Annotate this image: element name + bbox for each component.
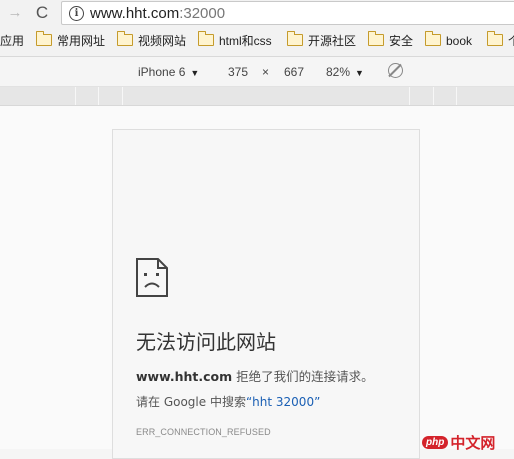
folder-icon [36, 31, 52, 46]
error-host: www.hht.com [136, 369, 233, 384]
folder-icon [287, 31, 303, 46]
forward-arrow-icon[interactable]: → [6, 4, 24, 22]
zoom-select[interactable]: 82% ▼ [326, 65, 364, 79]
error-message: www.hht.com 拒绝了我们的连接请求。 [136, 366, 374, 385]
caret-down-icon: ▼ [355, 68, 364, 78]
url-host: www.hht.com [90, 5, 180, 22]
times-separator: × [262, 65, 270, 79]
device-frame: 无法访问此网站 www.hht.com 拒绝了我们的连接请求。 请在 Googl… [112, 129, 420, 459]
address-input[interactable]: i www.hht.com:32000 [61, 1, 514, 25]
bookmark-label: 安全 [389, 34, 414, 48]
rotate-icon[interactable] [388, 63, 403, 78]
address-bar-row: → C i www.hht.com:32000 [0, 0, 514, 28]
google-search-link[interactable]: “hht 32000” [246, 395, 320, 409]
folder-icon [487, 31, 503, 46]
bookmark-label: 开源社区 [308, 34, 357, 48]
bookmark-apps[interactable]: 应用 [0, 28, 24, 55]
bookmark-label: 应用 [0, 34, 25, 48]
ruler-tick [456, 87, 457, 105]
error-code: ERR_CONNECTION_REFUSED [136, 427, 271, 437]
folder-icon [198, 31, 214, 46]
url-port: :32000 [179, 5, 226, 22]
height-input[interactable]: 667 [284, 65, 304, 79]
bookmark-label: html和css [219, 34, 272, 48]
bookmark-label: 常用网址 [57, 34, 106, 48]
device-toolbar: iPhone 6 ▼ 375 × 667 82% ▼ [0, 57, 514, 87]
sad-document-icon [136, 258, 168, 297]
bookmark-folder[interactable]: 视频网站 [117, 28, 186, 55]
bookmark-folder[interactable]: 开源社区 [287, 28, 356, 55]
search-suggestion: 请在 Google 中搜索“hht 32000” [136, 393, 320, 410]
folder-icon [425, 31, 441, 46]
php-logo-badge: php [422, 436, 449, 449]
bookmark-folder[interactable]: html和css [198, 28, 272, 55]
ruler-tick [409, 87, 410, 105]
error-title: 无法访问此网站 [136, 330, 276, 354]
bookmark-label: book [446, 34, 473, 48]
folder-icon [368, 31, 384, 46]
device-select[interactable]: iPhone 6 ▼ [138, 65, 199, 79]
error-message-text: 拒绝了我们的连接请求。 [232, 369, 374, 384]
search-prefix: 请在 Google 中搜索 [136, 395, 246, 409]
bookmark-folder[interactable]: 安全 [368, 28, 413, 55]
media-query-ruler[interactable] [0, 87, 514, 106]
reload-icon[interactable]: C [33, 3, 51, 23]
bookmark-label: 视频网站 [138, 34, 187, 48]
bookmark-folder[interactable]: 个 [487, 28, 514, 55]
php-cn-watermark: php 中文网 [422, 436, 495, 452]
width-input[interactable]: 375 [228, 65, 248, 79]
bookmark-folder[interactable]: 常用网址 [36, 28, 105, 55]
device-name: iPhone 6 [138, 65, 186, 79]
bookmark-folder[interactable]: book [425, 28, 472, 55]
bookmarks-bar: 应用 常用网址 视频网站 html和css 开源社区 安全 book 个 [0, 28, 514, 57]
caret-down-icon: ▼ [190, 68, 200, 78]
ruler-tick [75, 87, 76, 105]
ruler-tick [433, 87, 434, 105]
ruler-tick [98, 87, 99, 105]
folder-icon [117, 31, 133, 46]
info-circle-icon[interactable]: i [69, 6, 84, 21]
zoom-value: 82% [326, 65, 351, 79]
ruler-tick [122, 87, 123, 105]
bookmark-label: 个 [508, 34, 514, 48]
url-text[interactable]: www.hht.com:32000 [90, 5, 225, 22]
